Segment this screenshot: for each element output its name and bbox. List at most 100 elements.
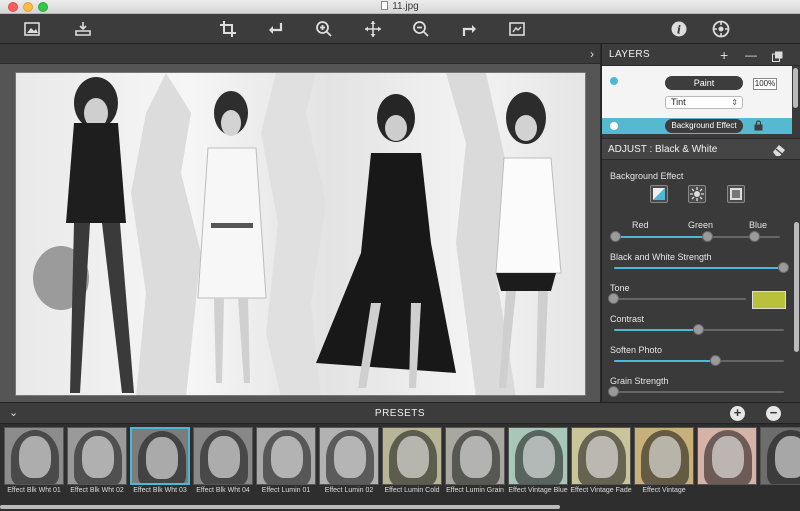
adjust-scrollbar[interactable] <box>794 222 799 352</box>
add-layer-button[interactable]: + <box>720 47 728 63</box>
title-bar: 11.jpg <box>0 0 800 14</box>
select-arrows-icon: ⇕ <box>731 98 738 107</box>
tone-label: Tone <box>610 283 630 293</box>
tone-color-swatch[interactable] <box>752 291 786 309</box>
preset-thumbnail-face <box>397 436 429 478</box>
blend-mode-value: Tint <box>671 97 686 107</box>
slider-knob[interactable] <box>778 262 789 273</box>
window-title-text: 11.jpg <box>392 1 419 12</box>
crop-icon[interactable] <box>217 18 239 40</box>
preset-thumbnail-face <box>523 436 555 478</box>
preset-item[interactable]: Effect Lumin 01 <box>256 427 316 503</box>
window-title: 11.jpg <box>0 1 800 12</box>
red-channel-knob[interactable] <box>610 231 621 242</box>
duplicate-layer-icon[interactable] <box>772 49 783 65</box>
preset-item[interactable]: Effect Lumin Grain <box>445 427 505 503</box>
green-channel-knob[interactable] <box>701 231 713 242</box>
redo-icon[interactable] <box>458 18 480 40</box>
preset-thumbnail <box>760 427 800 485</box>
preset-item[interactable] <box>697 427 757 503</box>
soften-photo-slider[interactable] <box>614 355 784 366</box>
undo-icon[interactable] <box>265 18 287 40</box>
grain-strength-slider[interactable] <box>608 386 784 397</box>
fit-image-icon[interactable] <box>506 18 528 40</box>
effect-burst-button[interactable] <box>688 185 706 203</box>
eraser-icon[interactable] <box>772 143 786 160</box>
preset-name: Effect Vintage <box>642 487 686 494</box>
preset-thumbnail-face <box>775 436 800 478</box>
effect-gradient-button[interactable] <box>650 185 668 203</box>
presets-bar: ⌄ PRESETS + − <box>0 402 800 424</box>
presets-strip: Effect Blk Wht 01 Effect Blk Wht 02 Effect… <box>0 424 800 511</box>
red-channel-label: Red <box>632 220 649 230</box>
preset-item[interactable]: Effect Vintage Blue <box>508 427 568 503</box>
preset-item[interactable]: Effect Vintage Fade <box>570 427 632 503</box>
preset-item[interactable]: Effect Blk Wht 01 <box>4 427 64 503</box>
preset-thumbnail-face <box>712 436 744 478</box>
layers-title: LAYERS <box>609 49 651 60</box>
preset-name: Effect Vintage Blue <box>508 487 568 494</box>
slider-fill <box>614 329 699 331</box>
slider-knob[interactable] <box>693 324 704 335</box>
layer-background-effect[interactable]: Background Effect <box>602 118 792 134</box>
preset-thumbnail-face <box>334 436 366 478</box>
preset-item[interactable]: Effect Blk Wht 04 <box>193 427 253 503</box>
image-icon[interactable] <box>21 18 43 40</box>
layer-visibility-dot[interactable] <box>610 77 618 85</box>
settings-icon[interactable] <box>710 18 732 40</box>
layer-name: Paint <box>665 76 743 90</box>
preset-thumbnail-face <box>460 436 492 478</box>
preset-thumbnail <box>445 427 505 485</box>
preset-thumbnail <box>697 427 757 485</box>
bw-strength-label: Black and White Strength <box>610 252 712 262</box>
presets-scrollbar[interactable] <box>0 505 560 509</box>
preset-item[interactable]: Effect Vintage <box>634 427 694 503</box>
preset-item[interactable]: Effect Blk Wht 03 <box>130 427 190 503</box>
remove-preset-button[interactable]: − <box>766 406 781 421</box>
layers-list: Paint 100% Tint ⇕ Background Effect <box>602 66 800 134</box>
layer-visibility-dot[interactable] <box>610 122 618 130</box>
slider-knob[interactable] <box>608 293 619 304</box>
gradient-icon <box>653 188 665 200</box>
info-icon[interactable]: i <box>668 18 690 40</box>
layer-paint[interactable]: Paint 100% Tint ⇕ <box>602 66 792 118</box>
preset-item[interactable]: Effect Blk Wht 02 <box>67 427 127 503</box>
zoom-out-icon[interactable] <box>410 18 432 40</box>
photo-canvas[interactable] <box>15 72 586 396</box>
blue-channel-knob[interactable] <box>749 231 761 242</box>
move-icon[interactable] <box>362 18 384 40</box>
bw-strength-slider[interactable] <box>614 262 789 273</box>
layers-scrollbar[interactable] <box>793 68 798 108</box>
slider-knob[interactable] <box>710 355 721 366</box>
canvas-collapse-bar: › <box>0 44 600 64</box>
preset-name: Effect Vintage Fade <box>570 487 632 494</box>
contrast-slider[interactable] <box>614 324 784 335</box>
preset-thumbnail <box>319 427 379 485</box>
preset-name: Effect Blk Wht 04 <box>196 487 250 494</box>
right-panel: LAYERS + — Paint 100% Tint ⇕ Background E… <box>601 44 800 402</box>
tone-slider[interactable] <box>608 293 746 304</box>
effect-vignette-button[interactable] <box>727 185 745 203</box>
preset-item[interactable]: Effect Lumin Cold <box>382 427 442 503</box>
zoom-in-icon[interactable] <box>313 18 335 40</box>
lock-icon[interactable] <box>754 120 763 134</box>
import-icon[interactable] <box>72 18 94 40</box>
layer-opacity[interactable]: 100% <box>753 78 777 90</box>
preset-item[interactable] <box>760 427 800 503</box>
preset-thumbnail <box>508 427 568 485</box>
remove-layer-button[interactable]: — <box>745 48 757 62</box>
preset-thumbnail <box>130 427 190 485</box>
layers-header: LAYERS + — <box>602 44 800 66</box>
preset-thumbnail <box>571 427 631 485</box>
photo-image <box>33 73 562 395</box>
background-effect-label: Background Effect <box>610 171 684 181</box>
preset-thumbnail <box>256 427 316 485</box>
adjust-title: ADJUST : Black & White <box>608 144 718 155</box>
blend-mode-select[interactable]: Tint ⇕ <box>665 96 743 109</box>
preset-item[interactable]: Effect Lumin 02 <box>319 427 379 503</box>
slider-knob[interactable] <box>608 386 619 397</box>
rgb-channel-track[interactable] <box>610 231 780 242</box>
chevron-right-icon[interactable]: › <box>590 47 594 61</box>
add-preset-button[interactable]: + <box>730 406 745 421</box>
preset-name: Effect Blk Wht 01 <box>7 487 61 494</box>
